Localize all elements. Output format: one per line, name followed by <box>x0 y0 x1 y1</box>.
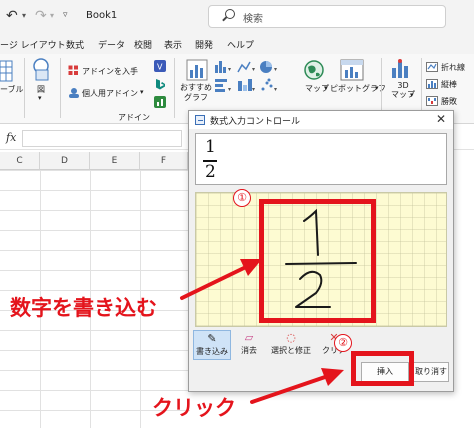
annotation-arrows <box>180 259 344 404</box>
click-callout-text: クリック <box>152 396 236 420</box>
write-callout-text: 数字を書き込む <box>10 296 157 320</box>
